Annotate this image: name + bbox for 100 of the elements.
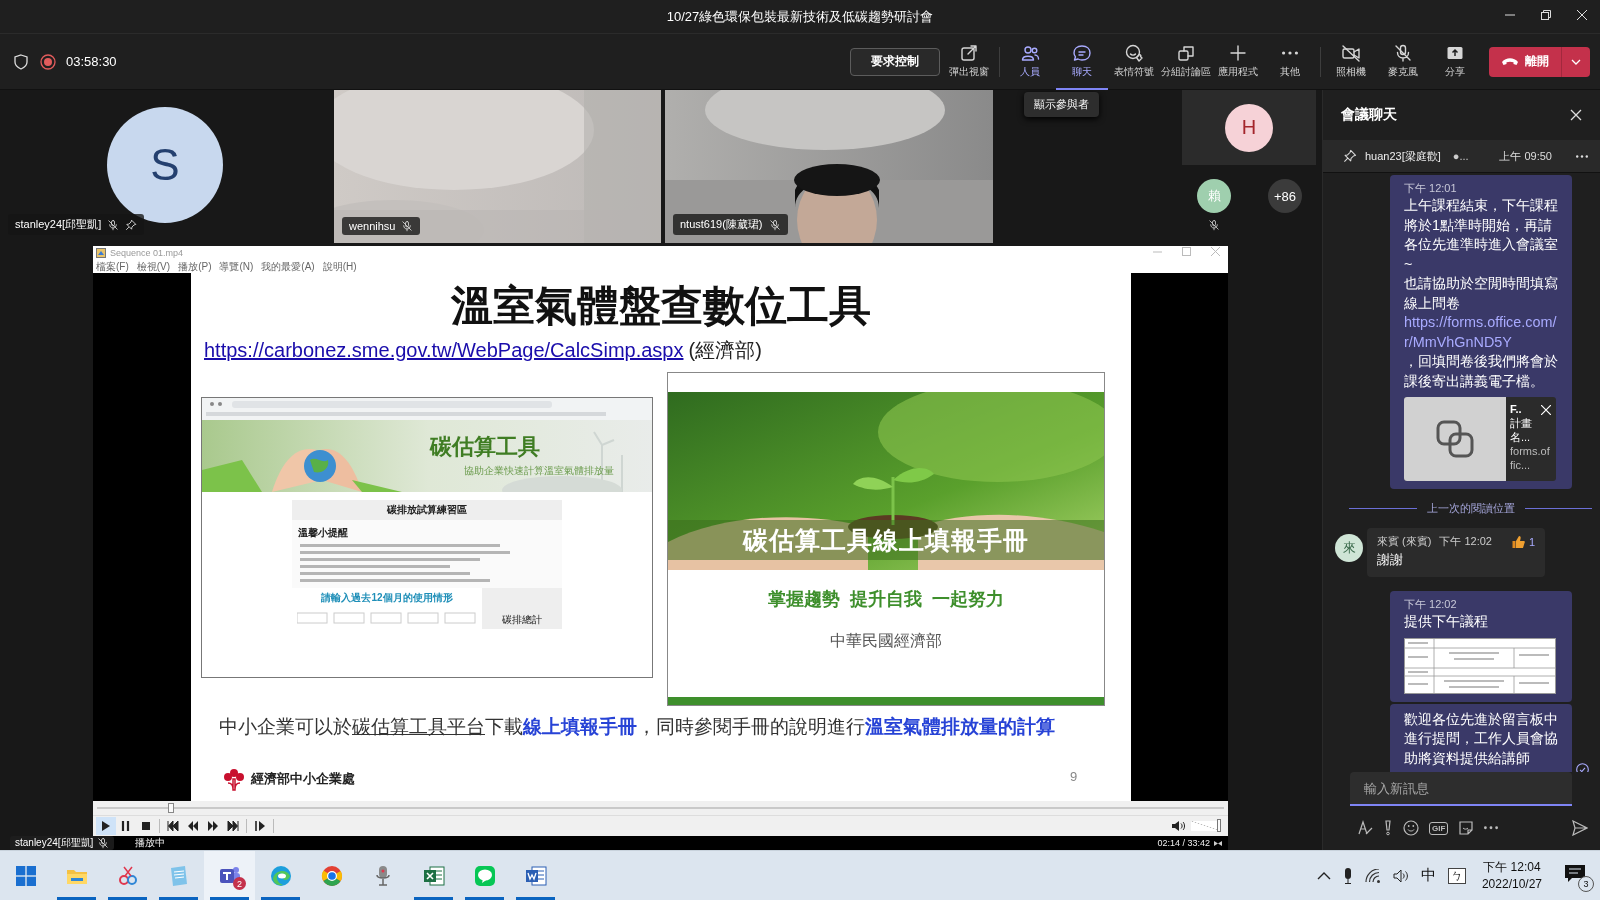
toolbar-button[interactable]: 人員: [1004, 33, 1056, 90]
pinned-sender: huan23[梁庭歡]: [1365, 148, 1441, 164]
playback-status: 播放中: [135, 836, 165, 850]
compact-mode-icon[interactable]: [1214, 839, 1222, 847]
banner-heading: 碳估算工具: [430, 433, 540, 461]
card-subtitle: 計畫名...: [1510, 416, 1533, 444]
tips-title: 溫馨小提醒: [298, 526, 349, 540]
toolbar-button[interactable]: 彈出視窗: [943, 33, 995, 90]
card-domain: forms.offic...: [1510, 444, 1551, 472]
swirl-icon: [268, 863, 293, 888]
participant-name: ntust619(陳葳珺): [680, 217, 763, 232]
banner-subheading: 協助企業快速計算溫室氣體排放量: [464, 464, 614, 478]
stop-icon: [140, 820, 152, 832]
close-icon[interactable]: [1570, 109, 1582, 121]
message-link[interactable]: https://forms.office.com/r/MmVhGnND5Y: [1404, 313, 1560, 352]
reaction-badge[interactable]: 1: [1511, 534, 1535, 549]
toolbar-button[interactable]: 應用程式: [1212, 33, 1264, 90]
round-app-icon: [319, 863, 344, 888]
media-app-icon: [96, 248, 106, 258]
message-time: 下午 12:01: [1404, 181, 1458, 196]
menu-item[interactable]: 導覽(N): [219, 259, 254, 274]
toolbar-button[interactable]: 表情符號: [1108, 33, 1160, 90]
link-preview-card[interactable]: F.. 計畫名... forms.offic...: [1404, 397, 1556, 481]
fast-forward-icon: [207, 820, 219, 832]
thumbs-up-icon: [1511, 534, 1525, 549]
pinned-message-bar[interactable]: huan23[梁庭歡] ●... 上午 09:50: [1323, 140, 1600, 173]
cover-publisher: 中華民國經濟部: [830, 631, 942, 651]
sticker-icon[interactable]: [1458, 820, 1475, 836]
input-method-indicator[interactable]: 中: [1420, 866, 1436, 885]
cover-title: 碳估算工具線上填報手冊: [668, 520, 1104, 560]
four-squares-icon: [15, 865, 36, 886]
more-participants-badge[interactable]: +86: [1268, 179, 1302, 213]
send-icon[interactable]: [1572, 820, 1588, 836]
wifi-icon[interactable]: [1364, 868, 1381, 883]
input-mode-indicator[interactable]: ㄅ: [1447, 867, 1466, 884]
notification-count: 3: [1578, 875, 1594, 892]
total-label: 碳排總計: [502, 613, 542, 627]
gif-button[interactable]: GIF: [1429, 821, 1449, 835]
important-icon[interactable]: [1383, 820, 1393, 836]
rewind-icon: [187, 820, 199, 832]
tooltip: 顯示參與者: [1024, 92, 1099, 117]
shield-icon: [14, 53, 28, 70]
volume-thumb[interactable]: [1217, 819, 1221, 832]
format-icon[interactable]: [1357, 820, 1373, 836]
notification-icon[interactable]: [1564, 863, 1586, 884]
skip-forward-icon: [227, 820, 239, 832]
card-title: F..: [1510, 402, 1522, 416]
more-icon[interactable]: [1576, 154, 1588, 158]
toolbar-button[interactable]: 照相機: [1325, 33, 1377, 90]
phone-icon: [1501, 55, 1519, 68]
volume-icon[interactable]: [1392, 868, 1409, 883]
message-time: 下午 12:02: [1439, 534, 1492, 549]
last-read-divider: 上一次的閱讀位置: [1426, 501, 1515, 516]
document-icon: [523, 863, 548, 888]
avatar: S: [107, 107, 223, 223]
volume-icon[interactable]: [1171, 820, 1185, 832]
avatar: 賴: [1197, 179, 1231, 213]
message-text: 提供下午議程: [1404, 612, 1489, 631]
avatar: H: [1225, 103, 1273, 152]
message-time: 下午 12:02: [1404, 597, 1458, 612]
request-control-button[interactable]: 要求控制: [850, 47, 940, 76]
mic-off-icon: [768, 218, 781, 231]
slide-title: 溫室氣體盤查數位工具: [450, 283, 872, 329]
menu-item[interactable]: 我的最愛(A): [261, 259, 315, 274]
table-image[interactable]: [1404, 637, 1556, 694]
playback-time: 02:14 / 33:42: [1157, 838, 1210, 848]
participant-name: wennihsu: [349, 220, 396, 232]
more-icon[interactable]: [1484, 826, 1499, 830]
clock-date: 2022/10/27: [1481, 875, 1542, 893]
more-icon: [1282, 50, 1298, 55]
toolbar-button[interactable]: 其他: [1264, 33, 1316, 90]
chat-bubble-icon: [472, 863, 497, 888]
pin-icon: [125, 218, 138, 231]
slide-link[interactable]: https://carbonez.sme.gov.tw/WebPage/CalcSimp.aspx: [204, 337, 684, 363]
pinned-preview: ●...: [1452, 150, 1469, 162]
seek-thumb[interactable]: [168, 803, 175, 813]
organization-name: 經濟部中小企業處: [251, 770, 355, 788]
menu-item[interactable]: 說明(H): [322, 259, 357, 274]
toolbar-button[interactable]: 麥克風: [1377, 33, 1429, 90]
message-input[interactable]: 輸入新訊息: [1350, 772, 1572, 806]
play-button[interactable]: [96, 817, 116, 835]
clock[interactable]: 下午 12:04 2022/10/27: [1481, 858, 1542, 893]
notification-badge: 2: [233, 877, 246, 890]
menu-item[interactable]: 檢視(V): [136, 259, 171, 274]
microphone-icon[interactable]: [1342, 867, 1353, 884]
link-icon: [1435, 419, 1475, 459]
mic-off-icon: [401, 220, 414, 232]
toolbar-button[interactable]: 分組討論區: [1160, 33, 1212, 90]
menu-item[interactable]: 檔案(F): [96, 259, 129, 274]
menu-item[interactable]: 播放(P): [178, 259, 212, 274]
chevron-up-icon[interactable]: [1316, 871, 1331, 880]
toolbar-button[interactable]: 分享: [1429, 33, 1481, 90]
input-section-title: 請輸入過去12個月的使用情形: [321, 591, 453, 605]
flower-logo-icon: [222, 767, 246, 791]
chevron-down-icon: [1571, 58, 1581, 65]
popout-icon: [959, 42, 979, 63]
taskbar-app-button[interactable]: 2: [204, 851, 255, 900]
emoji-icon[interactable]: [1403, 820, 1419, 836]
volume-slider[interactable]: [1191, 821, 1221, 831]
clock-time: 下午 12:04: [1483, 858, 1541, 876]
